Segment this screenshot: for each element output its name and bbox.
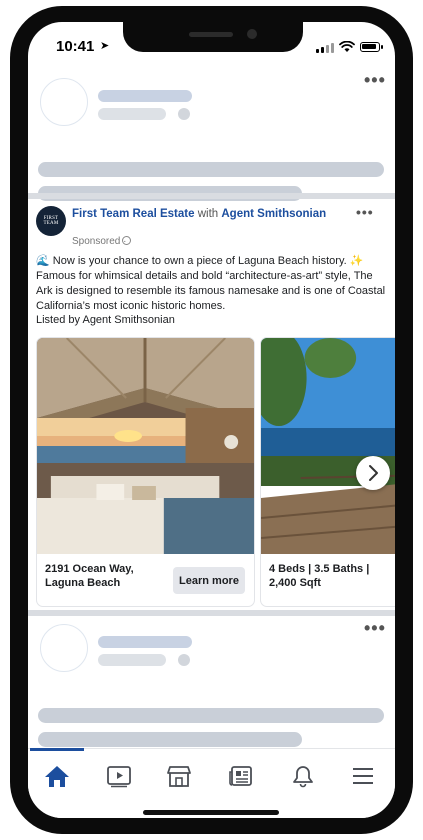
skeleton-line bbox=[98, 108, 166, 120]
tab-home[interactable] bbox=[28, 748, 86, 799]
card-caption: 2191 Ocean Way, Laguna Beach bbox=[45, 563, 134, 589]
marketplace-icon bbox=[167, 766, 191, 787]
news-icon bbox=[229, 766, 252, 786]
menu-icon bbox=[353, 768, 373, 784]
post-body-text: Now is your chance to own a piece of Lag… bbox=[36, 255, 386, 312]
home-icon bbox=[45, 766, 69, 787]
bell-icon bbox=[293, 766, 313, 788]
post-header: First Team Real Estate with Agent Smiths… bbox=[72, 208, 326, 220]
skeleton-dot bbox=[178, 108, 190, 120]
skeleton-avatar bbox=[40, 78, 88, 126]
skeleton-line bbox=[38, 162, 384, 177]
skeleton-line bbox=[98, 636, 192, 648]
tab-marketplace[interactable] bbox=[150, 753, 208, 799]
skeleton-post: ••• bbox=[28, 616, 395, 747]
carousel-next-button[interactable] bbox=[356, 456, 390, 490]
listing-photo-interior[interactable] bbox=[37, 338, 254, 554]
skeleton-line bbox=[98, 90, 192, 102]
wave-emoji: 🌊 bbox=[36, 255, 50, 267]
phone-screen: 10:41 ➤ ••• FIRST TEAM First Team Real E… bbox=[28, 22, 395, 818]
tab-news[interactable] bbox=[212, 753, 270, 799]
skeleton-dot bbox=[178, 654, 190, 666]
wifi-icon bbox=[339, 41, 355, 52]
video-icon bbox=[107, 766, 131, 788]
carousel-card[interactable]: 2191 Ocean Way, Laguna Beach Learn more bbox=[36, 337, 255, 607]
card-caption: 4 Beds | 3.5 Baths | 2,400 Sqft bbox=[269, 563, 370, 589]
globe-icon bbox=[122, 236, 131, 245]
listed-by: Listed by Agent Smithsonian bbox=[36, 314, 175, 326]
skeleton-post: ••• bbox=[28, 66, 395, 201]
agent-name-link[interactable]: Agent Smithsonian bbox=[221, 208, 326, 220]
tab-video[interactable] bbox=[90, 753, 148, 799]
skeleton-avatar bbox=[40, 624, 88, 672]
status-time: 10:41 bbox=[56, 38, 95, 55]
signal-icon bbox=[316, 43, 334, 53]
sponsored-post: FIRST TEAM First Team Real Estate with A… bbox=[28, 200, 395, 610]
post-body: 🌊 Now is your chance to own a piece of L… bbox=[36, 254, 391, 314]
learn-more-button[interactable]: Learn more bbox=[173, 567, 245, 594]
home-indicator bbox=[143, 810, 279, 815]
with-text: with bbox=[197, 208, 219, 220]
more-options-icon[interactable]: ••• bbox=[356, 204, 374, 220]
listing-photo-ocean[interactable] bbox=[261, 338, 395, 554]
location-arrow-icon: ➤ bbox=[100, 40, 110, 52]
notch bbox=[123, 22, 303, 52]
sponsored-label: Sponsored · bbox=[72, 236, 127, 247]
feed-divider bbox=[28, 193, 395, 199]
more-options-icon[interactable]: ••• bbox=[364, 70, 386, 91]
page-logo[interactable]: FIRST TEAM bbox=[36, 206, 66, 236]
tab-notifications[interactable] bbox=[274, 753, 332, 799]
bottom-tab-bar bbox=[28, 748, 395, 818]
battery-icon bbox=[360, 42, 383, 52]
chevron-right-icon bbox=[369, 465, 378, 481]
phone-frame: 10:41 ➤ ••• FIRST TEAM First Team Real E… bbox=[10, 6, 413, 834]
skeleton-line bbox=[98, 654, 166, 666]
skeleton-line bbox=[38, 732, 302, 747]
page-name-link[interactable]: First Team Real Estate bbox=[72, 208, 195, 220]
tab-menu[interactable] bbox=[334, 753, 392, 799]
more-options-icon[interactable]: ••• bbox=[364, 618, 386, 639]
skeleton-line bbox=[38, 708, 384, 723]
